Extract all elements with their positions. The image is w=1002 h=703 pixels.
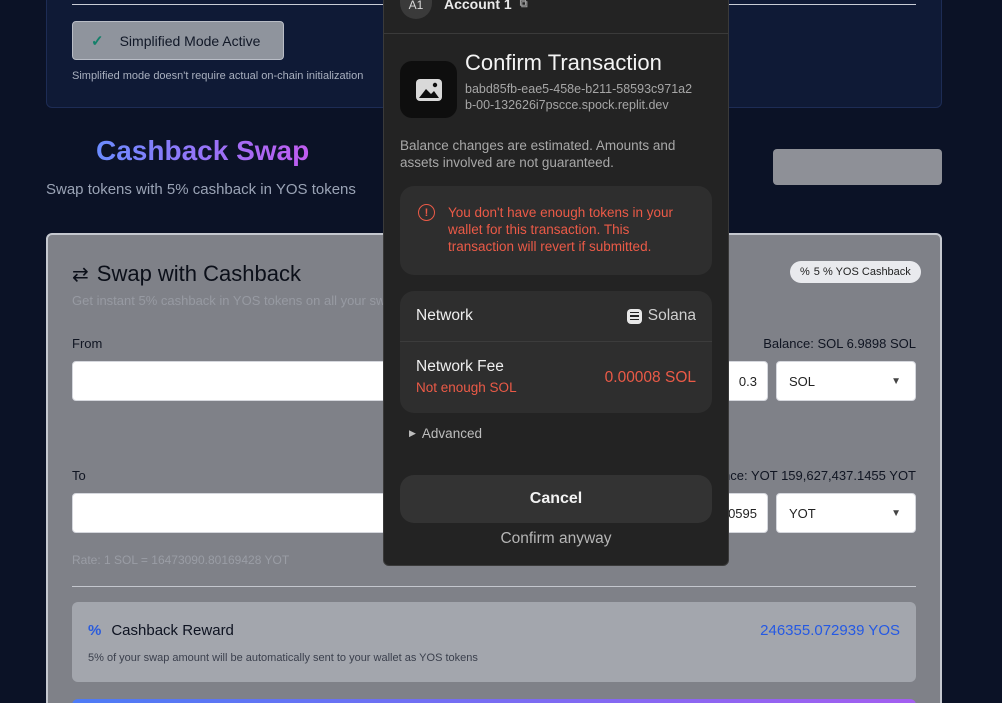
solana-icon: [626, 308, 642, 324]
advanced-label: Advanced: [421, 426, 482, 441]
card-title: ⇄ Swap with Cashback: [72, 261, 301, 287]
cashback-badge: % 5 % YOS Cashback: [790, 261, 921, 283]
chevron-down-icon: ▼: [891, 507, 901, 519]
card-description: Get instant 5% cashback in YOS tokens on…: [72, 293, 407, 308]
badge-label: 5 % YOS Cashback: [813, 266, 911, 278]
swap-arrows-icon: ⇄: [72, 263, 89, 286]
exchange-rate: Rate: 1 SOL = 16473090.80169428 YOT: [72, 553, 290, 567]
fee-label: Network Fee: [416, 358, 504, 375]
swap-button[interactable]: [72, 699, 916, 703]
confirm-anyway-button[interactable]: Confirm anyway: [400, 530, 712, 548]
cancel-button[interactable]: Cancel: [400, 475, 712, 523]
network-row: Network Solana: [400, 291, 712, 342]
fee-value: 0.00008 SOL: [604, 369, 696, 386]
confirm-title: Confirm Transaction: [465, 50, 662, 75]
avatar[interactable]: A1: [400, 0, 432, 19]
divider: [72, 586, 916, 587]
cashback-title: % Cashback Reward: [88, 622, 234, 639]
mode-button-label: Simplified Mode Active: [119, 32, 261, 49]
simplified-mode-button[interactable]: ✓ Simplified Mode Active: [72, 21, 284, 60]
insufficient-funds-alert: ! You don't have enough tokens in your w…: [400, 186, 712, 275]
alert-circle-icon: !: [418, 204, 435, 221]
copy-icon[interactable]: ⧉: [520, 0, 528, 11]
cashback-reward-panel: % Cashback Reward 246355.072939 YOS 5% o…: [72, 602, 916, 682]
cashback-title-text: Cashback Reward: [111, 622, 234, 639]
image-placeholder-icon: [416, 79, 442, 101]
from-label: From: [72, 336, 103, 351]
origin-url: babd85fb-eae5-458e-b211-58593c971a2b-00-…: [465, 82, 693, 112]
advanced-toggle[interactable]: ▶ Advanced: [409, 426, 482, 441]
to-token-select[interactable]: YOT ▼: [776, 493, 916, 533]
mode-note: Simplified mode doesn't require actual o…: [72, 70, 364, 82]
from-token-value: SOL: [789, 373, 816, 389]
to-label: To: [72, 468, 86, 483]
page-title: Cashback Swap: [96, 135, 310, 166]
app-icon: [400, 61, 457, 118]
to-balance: Balance: YOT 159,627,437.1455 YOT: [697, 468, 916, 483]
from-balance: Balance: SOL 6.9898 SOL: [763, 336, 916, 351]
to-token-value: YOT: [789, 505, 816, 521]
triangle-right-icon: ▶: [409, 428, 416, 438]
cashback-value: 246355.072939 YOS: [760, 622, 900, 639]
check-icon: ✓: [91, 32, 104, 50]
account-name: Account 1: [444, 0, 512, 12]
chevron-down-icon: ▼: [891, 375, 901, 387]
transaction-details: Network Solana Network Fee Not enough SO…: [400, 291, 712, 413]
wallet-header: A1 Account 1 ⧉: [384, 0, 728, 34]
card-title-text: Swap with Cashback: [96, 261, 301, 286]
network-value: Solana: [626, 307, 696, 325]
estimate-note: Balance changes are estimated. Amounts a…: [400, 138, 676, 170]
wallet-popup: A1 Account 1 ⧉ Confirm Transaction babd8…: [383, 0, 729, 566]
percent-icon: %: [800, 266, 810, 278]
alert-text: You don't have enough tokens in your wal…: [448, 205, 674, 254]
network-name: Solana: [647, 307, 696, 324]
page-subtitle: Swap tokens with 5% cashback in YOS toke…: [46, 181, 356, 198]
from-token-select[interactable]: SOL ▼: [776, 361, 916, 401]
percent-icon: %: [88, 622, 102, 639]
cashback-note: 5% of your swap amount will be automatic…: [88, 652, 478, 664]
connect-wallet-button[interactable]: [773, 149, 942, 185]
account-selector[interactable]: Account 1 ⧉: [444, 0, 528, 12]
fee-warning: Not enough SOL: [416, 380, 517, 395]
network-label: Network: [416, 307, 473, 324]
